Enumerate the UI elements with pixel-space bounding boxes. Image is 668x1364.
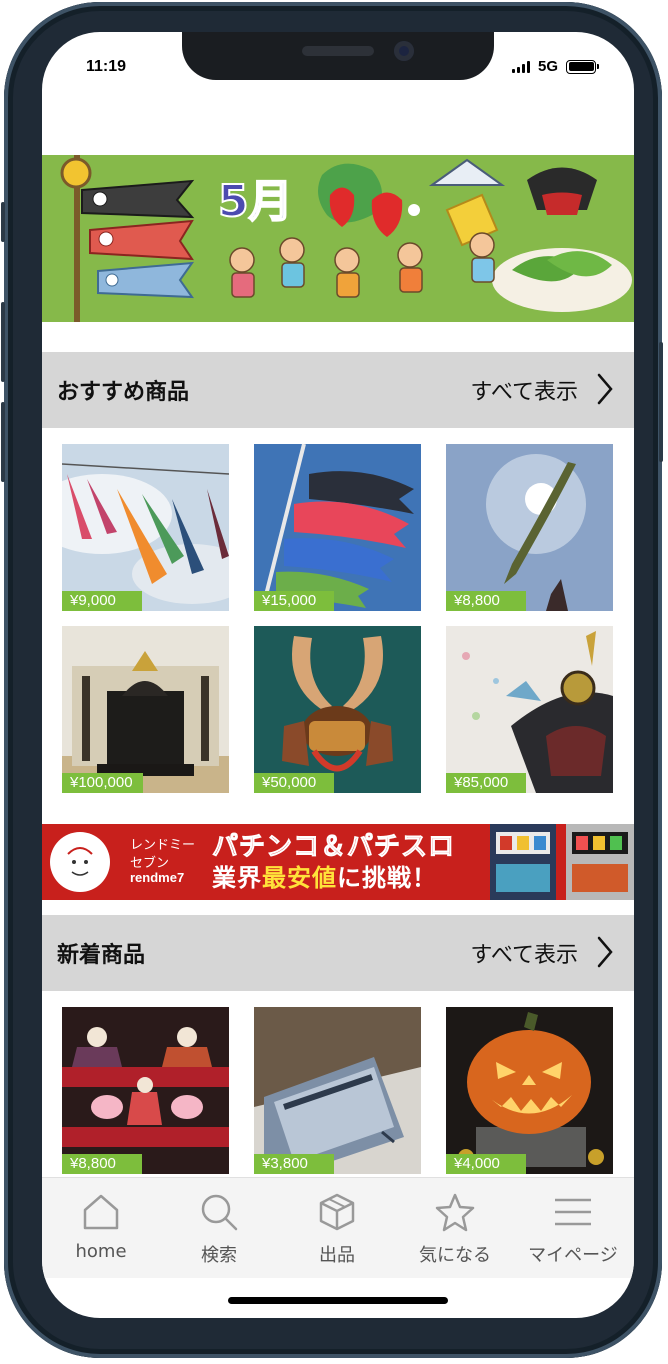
camera: [394, 41, 414, 61]
side-button: [1, 402, 5, 482]
product-card[interactable]: ¥3,800: [254, 1007, 421, 1174]
status-time: 11:19: [86, 58, 127, 75]
chevron-right-icon[interactable]: [596, 935, 614, 969]
home-icon: [83, 1194, 119, 1230]
ad-subline: 業界最安値に挑戦！: [212, 858, 437, 893]
product-card[interactable]: ¥100,000: [62, 626, 229, 793]
product-image-green-carp: [446, 444, 613, 611]
product-image-carp-streamers: [62, 444, 229, 611]
carp-streamer-illustration: [60, 157, 632, 312]
star-icon: [435, 1193, 475, 1232]
recommended-header: おすすめ商品 すべて表示: [42, 352, 634, 428]
price-badge: ¥15,000: [254, 591, 334, 611]
recommended-see-all[interactable]: すべて表示: [470, 374, 578, 406]
product-card[interactable]: ¥8,800: [62, 1007, 229, 1174]
price-badge: ¥8,800: [62, 1154, 142, 1174]
tab-label: 検索: [201, 1245, 237, 1266]
power-button: [659, 342, 663, 462]
seasonal-banner[interactable]: 5月: [42, 155, 634, 322]
new-header: 新着商品 すべて表示: [42, 915, 634, 991]
tab-mypage[interactable]: マイページ: [514, 1178, 632, 1278]
tab-sell[interactable]: 出品: [278, 1178, 396, 1278]
screen: 11:19 5G 5月 おすすめ商品 すべて表示 ¥9,000 ¥15,000 …: [42, 32, 634, 1318]
product-card[interactable]: ¥9,000: [62, 444, 229, 611]
product-image-carp-streamers-sky: [254, 444, 421, 611]
box-icon: [319, 1193, 355, 1231]
phone-frame: 11:19 5G 5月 おすすめ商品 すべて表示 ¥9,000 ¥15,000 …: [1, 2, 663, 1358]
price-badge: ¥100,000: [62, 773, 143, 793]
price-badge: ¥8,800: [446, 591, 526, 611]
product-image-folded-cloth: [254, 1007, 421, 1174]
product-card[interactable]: ¥4,000: [446, 1007, 613, 1174]
battery-icon: [566, 59, 599, 74]
menu-icon: [555, 1198, 591, 1226]
ad-brand-en: rendme7: [130, 870, 185, 885]
home-indicator[interactable]: [228, 1297, 448, 1304]
chevron-right-icon[interactable]: [596, 372, 614, 406]
status-indicators: 5G: [511, 58, 599, 75]
signal-icon: [511, 60, 530, 73]
network-type: 5G: [537, 58, 558, 75]
rendme7-logo: [50, 832, 110, 892]
ad-brand-line1: レンドミー: [130, 837, 196, 852]
tab-home[interactable]: home: [42, 1178, 160, 1278]
slot-machine-illustration: [490, 824, 634, 900]
product-image-hina-dolls: [62, 1007, 229, 1174]
product-card[interactable]: ¥8,800: [446, 444, 613, 611]
ad-subline-pre: 業界: [212, 864, 262, 892]
product-card[interactable]: ¥15,000: [254, 444, 421, 611]
side-button: [1, 302, 5, 382]
product-image-armor-closeup: [446, 626, 613, 793]
price-badge: ¥3,800: [254, 1154, 334, 1174]
price-badge: ¥4,000: [446, 1154, 526, 1174]
tab-favorites[interactable]: 気になる: [396, 1178, 514, 1278]
logo-face-icon: [67, 847, 93, 876]
product-card[interactable]: ¥85,000: [446, 626, 613, 793]
ad-subline-post: に挑戦！: [337, 864, 437, 892]
ad-subline-highlight: 最安値: [262, 864, 337, 892]
price-badge: ¥50,000: [254, 773, 334, 793]
notch: [182, 32, 494, 80]
product-image-kabuto: [254, 626, 421, 793]
speaker: [302, 46, 374, 56]
tab-label: マイページ: [528, 1245, 618, 1266]
bottom-tab-bar: home 検索 出品 気になる マイページ: [42, 1177, 634, 1278]
banner-month-text: 5月: [217, 175, 294, 228]
new-see-all[interactable]: すべて表示: [470, 937, 578, 969]
price-badge: ¥85,000: [446, 773, 526, 793]
search-icon: [201, 1194, 238, 1231]
product-card[interactable]: ¥50,000: [254, 626, 421, 793]
product-image-pumpkin: [446, 1007, 613, 1174]
tab-label: 気になる: [419, 1245, 491, 1266]
side-button: [1, 202, 5, 242]
ad-banner[interactable]: レンドミー セブン rendme7 パチンコ＆パチスロ 業界最安値に挑戦！: [42, 824, 634, 900]
recommended-title: おすすめ商品: [57, 380, 190, 405]
ad-brand-line2: セブン: [130, 855, 170, 870]
tab-search[interactable]: 検索: [160, 1178, 278, 1278]
tab-label: home: [75, 1241, 127, 1262]
new-title: 新着商品: [57, 943, 146, 968]
tab-label: 出品: [319, 1245, 355, 1266]
price-badge: ¥9,000: [62, 591, 142, 611]
product-image-armor-display: [62, 626, 229, 793]
